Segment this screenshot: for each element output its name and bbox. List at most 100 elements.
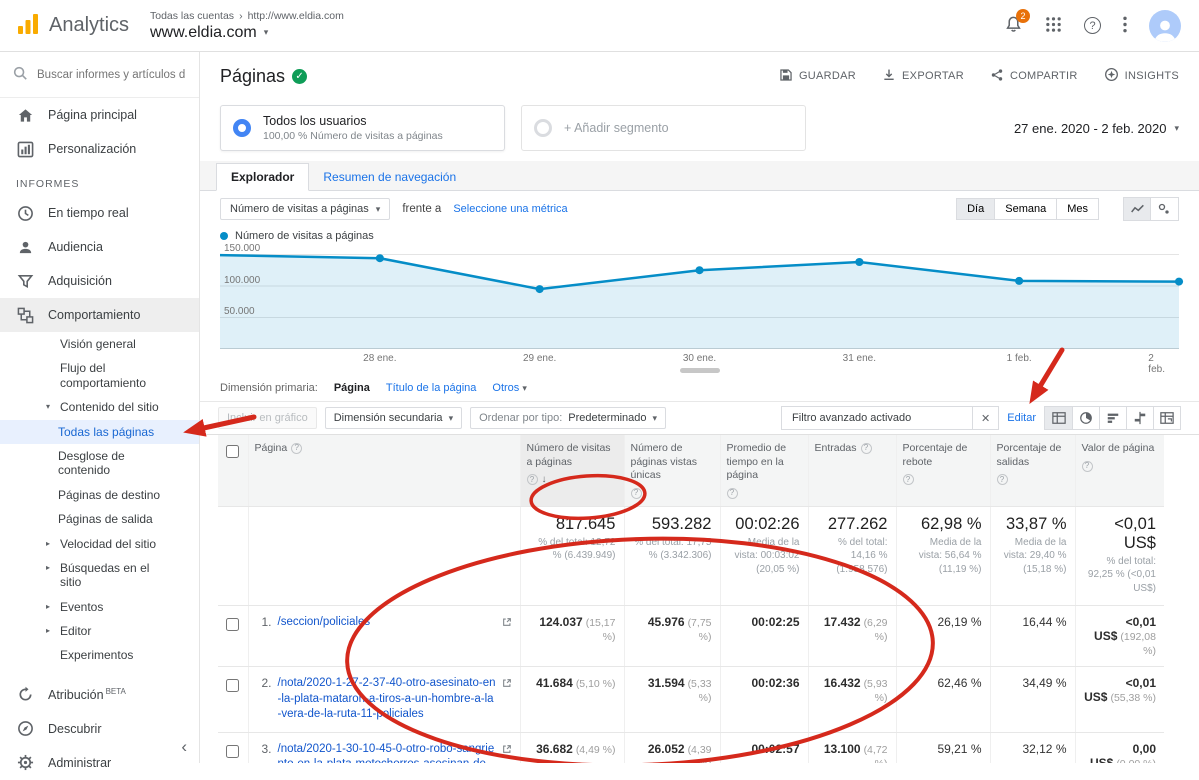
sidebar-item-audience[interactable]: Audiencia [0, 230, 199, 264]
column-header-bounce[interactable]: Porcentaje de rebote? [896, 435, 990, 506]
external-link-icon[interactable] [502, 616, 512, 630]
date-range-selector[interactable]: 27 ene. 2020 - 2 feb. 2020 ▾ [1014, 121, 1179, 136]
granularity-day-button[interactable]: Día [956, 198, 995, 220]
chevron-down-icon[interactable]: ▾ [264, 27, 269, 38]
help-icon[interactable]: ? [1084, 17, 1101, 34]
sidebar-item-home[interactable]: Página principal [0, 98, 199, 132]
apps-grid-icon[interactable] [1045, 16, 1062, 36]
sidebar-item-discover[interactable]: Descubrir [0, 712, 199, 746]
share-button[interactable]: COMPARTIR [990, 67, 1078, 85]
data-view-icon[interactable] [1045, 407, 1072, 429]
sort-desc-icon[interactable]: ↓ [542, 473, 547, 486]
tab-resumen-navegacion[interactable]: Resumen de navegación [309, 164, 470, 190]
column-header-exit[interactable]: Porcentaje de salidas? [990, 435, 1075, 506]
sidebar-item-overview[interactable]: Visión general [0, 332, 199, 356]
insights-button[interactable]: INSIGHTS [1104, 67, 1179, 85]
select-metric-link[interactable]: Seleccione una métrica [453, 203, 567, 215]
plot-rows-button[interactable]: Incluir en gráfico [218, 407, 317, 429]
dimension-others-dropdown[interactable]: Otros ▾ [492, 382, 527, 394]
sidebar-item-exit-pages[interactable]: Páginas de salida [0, 507, 199, 531]
comparison-view-icon[interactable] [1126, 407, 1153, 429]
column-header-page[interactable]: Página? [248, 435, 520, 506]
sidebar-item-experiments[interactable]: Experimentos [0, 643, 199, 667]
sidebar-item-site-search[interactable]: ▸ Búsquedas en el sitio [0, 556, 199, 595]
select-all-checkbox[interactable] [226, 445, 239, 458]
edit-filter-link[interactable]: Editar [1007, 412, 1036, 424]
total-unique: 593.282% del total: 17,75 % (3.342.306) [624, 506, 720, 606]
pivot-view-icon[interactable] [1153, 407, 1180, 429]
sidebar-item-realtime[interactable]: En tiempo real [0, 196, 199, 230]
page-link[interactable]: /nota/2020-1-27-2-37-40-otro-asesinato-e… [278, 676, 496, 723]
funnel-icon [16, 272, 34, 290]
export-button[interactable]: EXPORTAR [882, 67, 964, 85]
sidebar-item-attribution[interactable]: AtribuciónBETA [0, 678, 199, 712]
cell-bounce: 59,21 % [896, 732, 990, 763]
column-header-avg-time[interactable]: Promedio de tiempo en la página? [720, 435, 808, 506]
timeline-scrubber[interactable] [680, 368, 720, 373]
sidebar-item-label: Personalización [48, 142, 136, 156]
row-checkbox[interactable] [226, 745, 239, 758]
notifications-button[interactable]: 2 [1004, 15, 1023, 37]
sidebar-item-all-pages[interactable]: Todas las páginas [0, 420, 199, 444]
cell-pageviews: 41.684(5,10 %) [520, 667, 624, 733]
close-icon[interactable]: ✕ [972, 407, 998, 429]
dimension-label: Dimensión primaria: [220, 382, 318, 394]
external-link-icon[interactable] [502, 743, 512, 757]
sidebar-item-site-content[interactable]: ▾ Contenido del sitio [0, 395, 199, 419]
row-checkbox[interactable] [226, 618, 239, 631]
cell-entrances: 17.432(6,29 %) [808, 606, 896, 667]
external-link-icon[interactable] [502, 677, 512, 691]
search-input[interactable] [37, 69, 185, 81]
column-header-pageviews[interactable]: Número de visitas a páginas?↓ [520, 435, 624, 506]
motion-chart-icon[interactable] [1151, 197, 1179, 221]
sidebar-item-editor[interactable]: ▸ Editor [0, 619, 199, 643]
sidebar-item-personalization[interactable]: Personalización [0, 132, 199, 166]
sidebar-item-acquisition[interactable]: Adquisición [0, 264, 199, 298]
tab-explorador[interactable]: Explorador [216, 163, 309, 191]
legend-label: Número de visitas a páginas [235, 230, 374, 242]
granularity-month-button[interactable]: Mes [1057, 198, 1099, 220]
secondary-dimension-dropdown[interactable]: Dimensión secundaria ▾ [325, 407, 462, 429]
page-link[interactable]: /nota/2020-1-30-10-45-0-otro-robo-sangri… [278, 742, 496, 763]
sidebar-item-landing-pages[interactable]: Páginas de destino [0, 483, 199, 507]
granularity-week-button[interactable]: Semana [995, 198, 1057, 220]
more-vert-icon[interactable] [1123, 16, 1127, 36]
column-header-entrances[interactable]: Entradas? [808, 435, 896, 506]
sidebar-item-site-speed[interactable]: ▸ Velocidad del sitio [0, 532, 199, 556]
total-bounce: 62,98 %Media de la vista: 56,64 % (11,19… [896, 506, 990, 606]
dimension-page[interactable]: Página [334, 382, 370, 394]
x-axis-labels: 28 ene. 29 ene. 30 ene. 31 ene. 1 feb. 2… [220, 353, 1179, 367]
cell-exit: 34,49 % [990, 667, 1075, 733]
pages-table: Página? Número de visitas a páginas?↓ Nú… [218, 435, 1164, 763]
segment-all-users[interactable]: Todos los usuarios 100,00 % Número de vi… [220, 105, 505, 151]
breadcrumb-site[interactable]: http://www.eldia.com [248, 10, 344, 22]
property-name[interactable]: www.eldia.com [150, 24, 257, 42]
account-selector[interactable]: Todas las cuentas › http://www.eldia.com… [146, 10, 344, 42]
sidebar-collapse-button[interactable]: ‹ [181, 737, 187, 757]
dimension-page-title-link[interactable]: Título de la página [386, 382, 477, 394]
avatar[interactable] [1149, 10, 1181, 42]
page-link[interactable]: /seccion/policiales [278, 615, 496, 631]
breadcrumb-accounts[interactable]: Todas las cuentas [150, 10, 234, 22]
column-header-value[interactable]: Valor de página? [1075, 435, 1164, 506]
sidebar-item-behavior[interactable]: Comportamiento [0, 298, 199, 332]
metric-selector-dropdown[interactable]: Número de visitas a páginas ▾ [220, 198, 390, 220]
table-row: 2./nota/2020-1-27-2-37-40-otro-asesinato… [218, 667, 1164, 733]
add-segment-button[interactable]: + Añadir segmento [521, 105, 806, 151]
explorer-panel: Número de visitas a páginas ▾ frente a S… [200, 191, 1199, 763]
performance-view-icon[interactable] [1099, 407, 1126, 429]
sort-type-dropdown[interactable]: Ordenar por tipo: Predeterminado ▾ [470, 407, 666, 429]
row-checkbox[interactable] [226, 679, 239, 692]
chevron-down-icon: ▾ [1174, 123, 1179, 134]
sidebar-item-content-drilldown[interactable]: Desglose de contenido [0, 444, 199, 483]
sidebar-item-events[interactable]: ▸ Eventos [0, 595, 199, 619]
chart-plot-area[interactable]: 150.000 100.000 50.000 [220, 245, 1179, 349]
percentage-view-icon[interactable] [1072, 407, 1099, 429]
table-toolbar: Incluir en gráfico Dimensión secundaria … [200, 401, 1199, 435]
line-chart-icon[interactable] [1123, 197, 1151, 221]
breadcrumb: Todas las cuentas › http://www.eldia.com [150, 10, 344, 22]
sidebar-item-behavior-flow[interactable]: Flujo del comportamiento [0, 356, 199, 395]
column-header-unique[interactable]: Número de páginas vistas únicas? [624, 435, 720, 506]
save-button[interactable]: GUARDAR [779, 67, 856, 85]
analytics-logo[interactable]: Analytics [0, 12, 146, 39]
